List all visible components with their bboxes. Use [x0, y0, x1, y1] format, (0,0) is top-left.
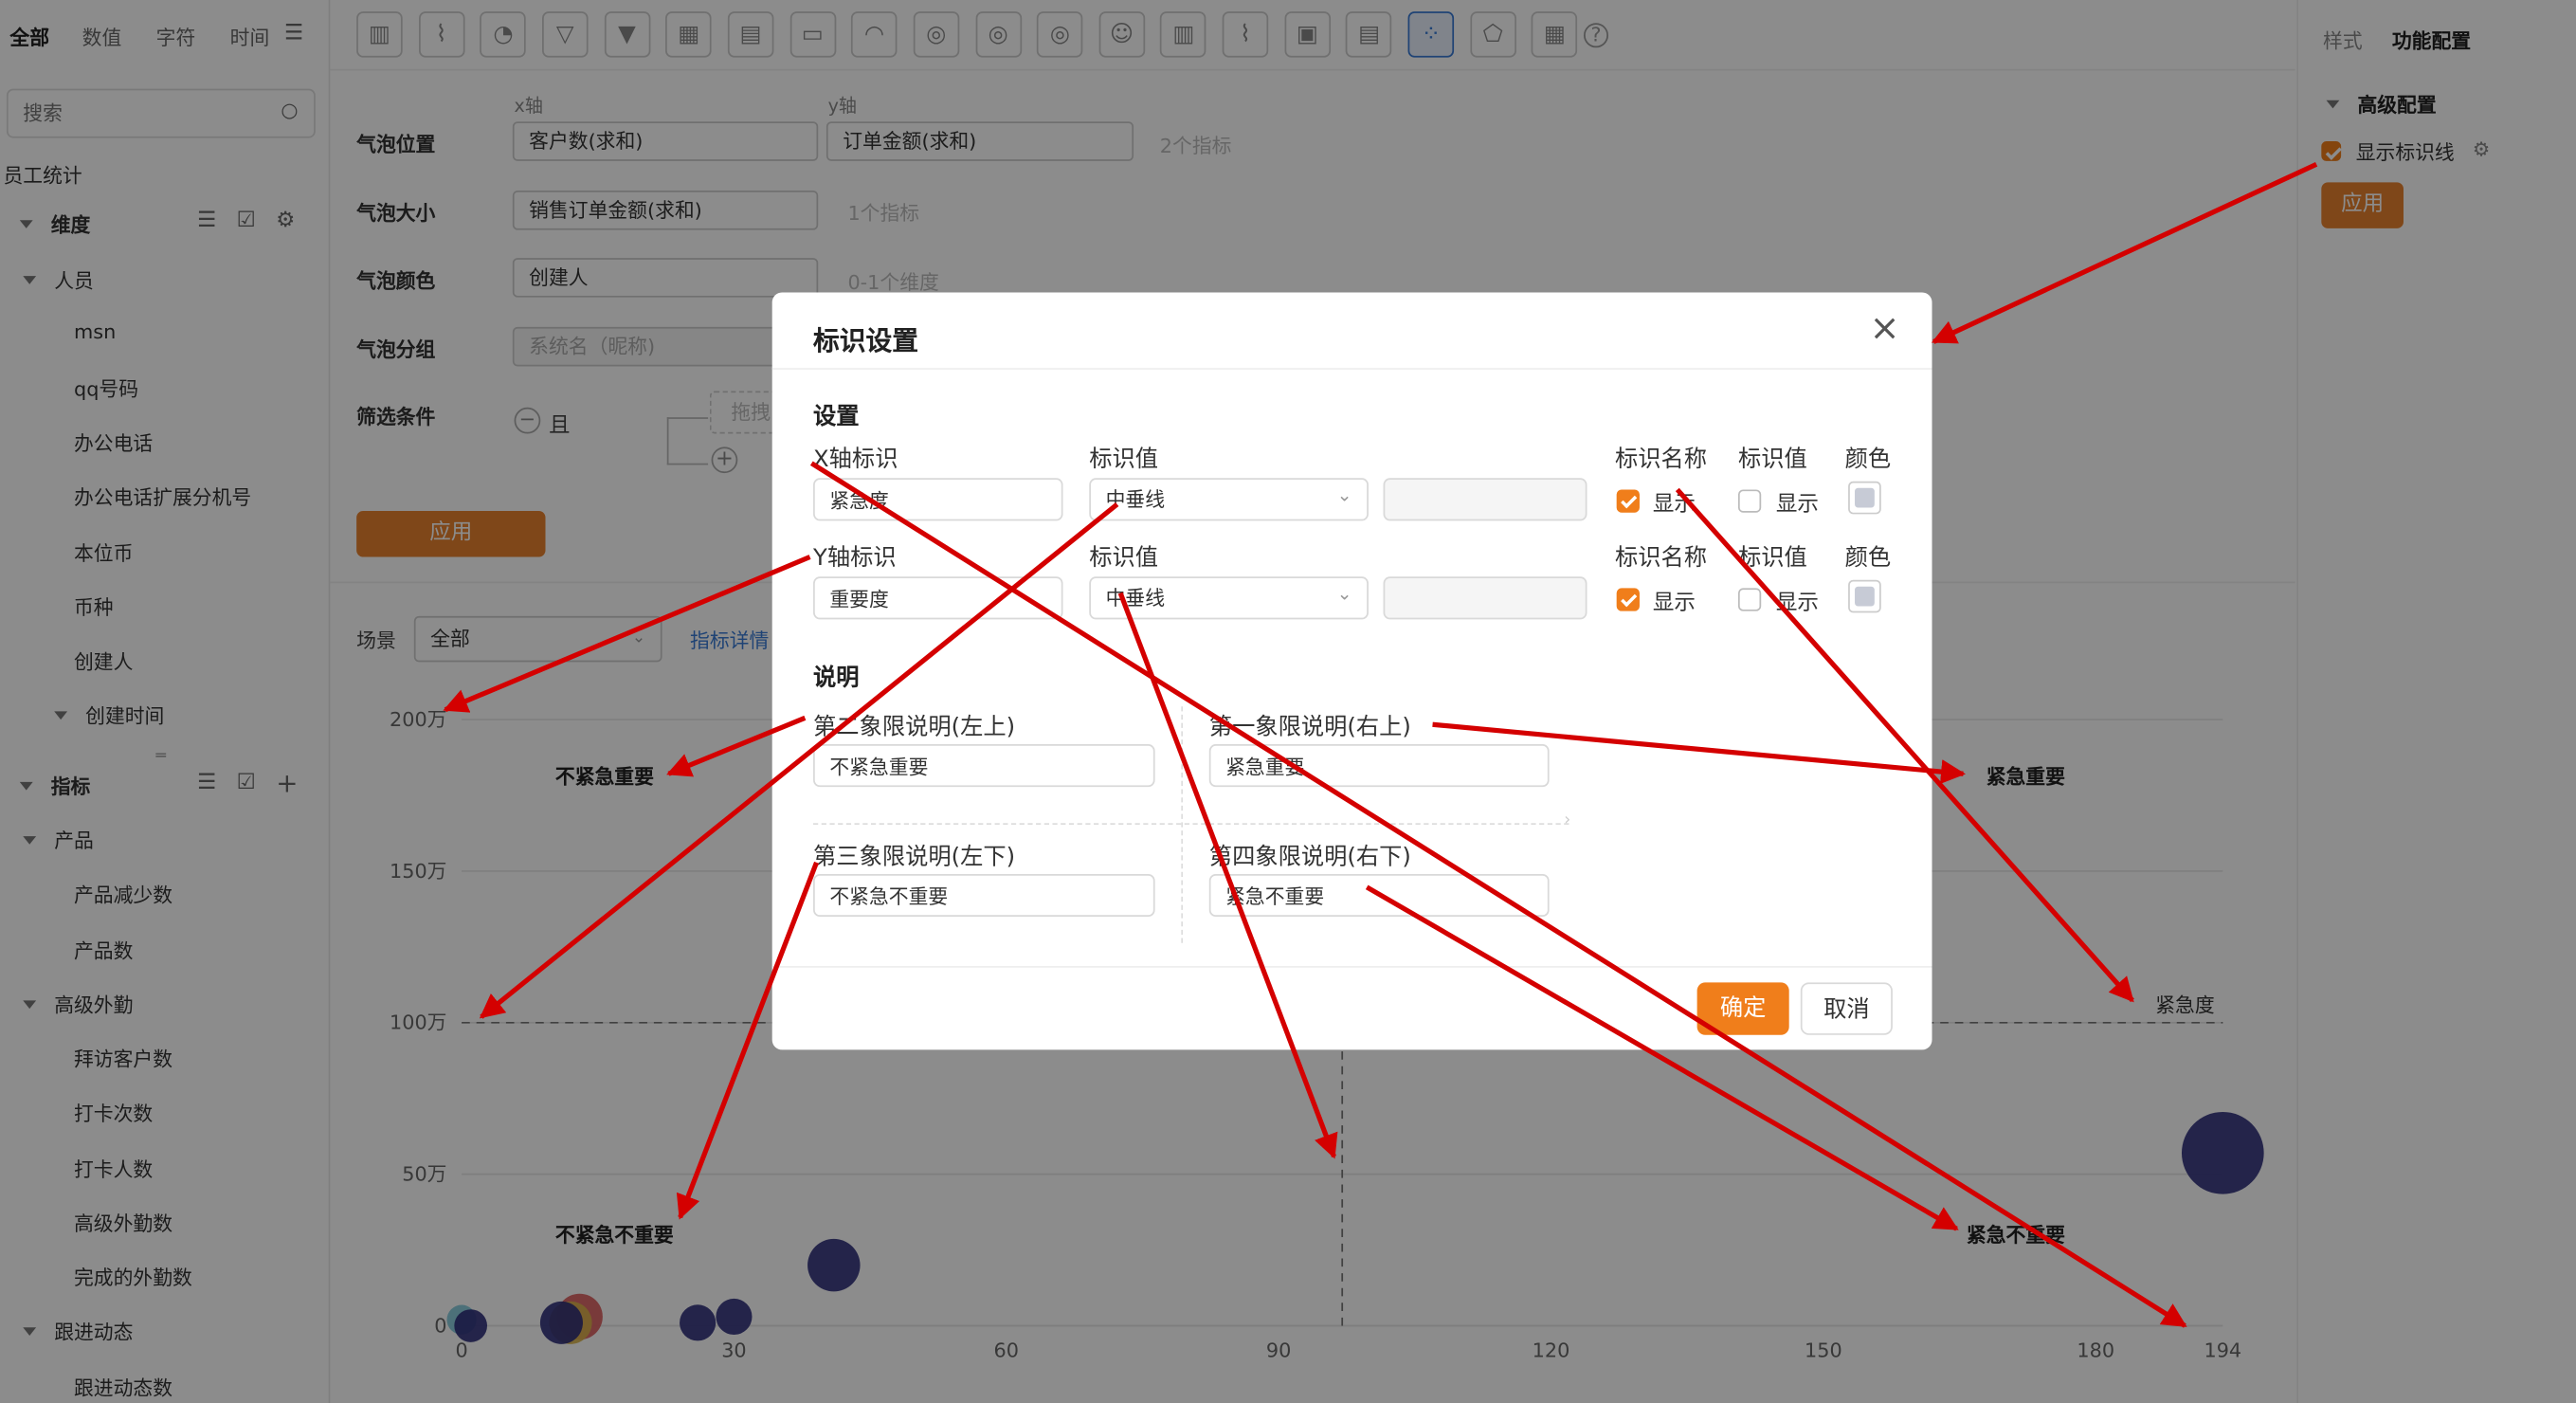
q2-input[interactable] — [813, 744, 1155, 788]
x-color-picker[interactable] — [1848, 481, 1881, 515]
x-color-label: 颜色 — [1844, 446, 1892, 474]
y-marker-label: Y轴标识 — [813, 545, 897, 573]
x-marker-value-select[interactable]: 中垂线 ⌄ — [1089, 478, 1369, 521]
q1-label: 第一象限说明(右上) — [1208, 714, 1411, 741]
footer-divider — [771, 966, 1932, 968]
x-marker-label: X轴标识 — [813, 446, 898, 474]
x-marker-val-label: 标识值 — [1737, 446, 1807, 474]
dialog-divider — [771, 368, 1932, 370]
quadrant-divider-h — [813, 823, 1569, 825]
y-show-value-text: 显示 — [1775, 591, 1819, 616]
y-marker-name-label: 标识名称 — [1614, 545, 1708, 573]
q1-input[interactable] — [1208, 744, 1550, 788]
x-marker-value-label: 标识值 — [1089, 446, 1159, 474]
q4-label: 第四象限说明(右下) — [1208, 844, 1411, 871]
description-title: 说明 — [813, 665, 860, 692]
x-marker-name-label: 标识名称 — [1614, 446, 1708, 474]
q4-input[interactable] — [1208, 873, 1550, 918]
y-marker-value-select[interactable]: 中垂线 ⌄ — [1089, 576, 1369, 620]
y-show-value-checkbox[interactable] — [1737, 588, 1762, 611]
q2-label: 第二象限说明(左上) — [813, 714, 1016, 741]
cancel-button[interactable]: 取消 — [1800, 982, 1893, 1035]
x-marker-input[interactable] — [813, 478, 1063, 521]
x-marker-custom-input[interactable] — [1383, 478, 1587, 521]
y-marker-input[interactable] — [813, 576, 1063, 620]
y-show-name-text: 显示 — [1652, 591, 1696, 616]
y-marker-value-option: 中垂线 — [1105, 586, 1166, 610]
y-color-label: 颜色 — [1844, 545, 1892, 573]
x-marker-value-option: 中垂线 — [1105, 487, 1166, 511]
x-show-name-checkbox[interactable] — [1616, 489, 1640, 513]
y-marker-val-label: 标识值 — [1737, 545, 1807, 573]
q3-label: 第三象限说明(左下) — [813, 844, 1016, 871]
y-color-picker[interactable] — [1848, 579, 1881, 613]
close-icon[interactable]: × — [1870, 311, 1900, 348]
arrow-right-icon: › — [1564, 811, 1571, 830]
q3-input[interactable] — [813, 873, 1155, 918]
ok-button[interactable]: 确定 — [1696, 982, 1789, 1035]
dialog-title: 标识设置 — [813, 325, 919, 357]
y-show-name-checkbox[interactable] — [1616, 588, 1640, 611]
x-show-value-checkbox[interactable] — [1737, 489, 1762, 513]
marker-settings-dialog: 标识设置 × 设置 X轴标识 标识值 中垂线 ⌄ 标识名称 显示 标识值 显示 … — [771, 292, 1932, 1050]
chevron-down-icon: ⌄ — [1336, 484, 1352, 506]
y-marker-value-label: 标识值 — [1089, 545, 1159, 573]
settings-title: 设置 — [813, 404, 860, 431]
chevron-down-icon: ⌄ — [1336, 583, 1352, 605]
y-marker-custom-input[interactable] — [1383, 576, 1587, 620]
x-show-value-text: 显示 — [1775, 492, 1819, 518]
x-show-name-text: 显示 — [1652, 492, 1696, 518]
